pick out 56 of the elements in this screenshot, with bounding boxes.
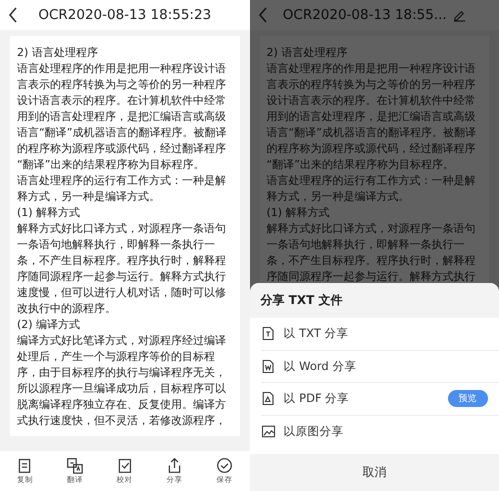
text-line: 的程序称为源程序或源代码，经过翻译程序 [17, 141, 227, 157]
text-line: 处理后，产生一个与源程序等价的目标程 [17, 349, 216, 365]
text-line: 序随同源程序一起参与运行。解释方式执行 [266, 269, 476, 285]
text-line: 言表示的程序转换为与之等价的另一种程序 [266, 77, 476, 93]
text-line: 解释方式好比口译方式，对源程序一条语句 [266, 221, 476, 237]
text-line: 一条语句地解释执行，即解释一条执行一 [266, 237, 466, 253]
sheet-title: 分享 TXT 文件 [260, 292, 342, 309]
check-circle-icon [216, 457, 233, 474]
share-option[interactable]: 以原图分享 [260, 416, 498, 448]
text-line: 编译方式好比笔译方式，对源程序经过编译 [17, 333, 227, 349]
text-line: 释方式，另一种是编译方式。 [266, 189, 410, 205]
text-line: 语言处理程序的运行有工作方式：一种是解 [266, 173, 476, 189]
text-line: 速度慢，但可以进行人机对话，随时可以修 [17, 285, 227, 301]
back-icon[interactable] [8, 6, 18, 24]
text-line: 条，不产生目标程序。程序执行时，解释程 [17, 253, 227, 269]
text-line: 语言“翻译”成机器语言的翻译程序。被翻译 [17, 125, 228, 141]
text-line: 2) 语言处理程序 [266, 45, 348, 61]
text-line: “翻译”出来的结果程序称为目标程序。 [17, 157, 206, 173]
share-option[interactable]: 以 PDF 分享 预览 [260, 383, 498, 416]
text-line: 用到的语言处理程序，是把汇编语言或高级 [17, 109, 227, 125]
checklist-icon [116, 457, 134, 474]
text-line: 解释方式好比口译方式，对源程序一条语句 [17, 221, 227, 237]
share-option[interactable]: 以 Word 分享 [260, 350, 498, 383]
text-line: 式执行速度快，但不灵活，若修改源程序， [17, 413, 227, 429]
text-line: 设计语言表示的程序。在计算机软件中经常 [266, 93, 476, 109]
image-icon [260, 424, 276, 440]
text-line: 语言“翻译”成机器语言的翻译程序。被翻译 [266, 125, 477, 141]
document-title: OCR2020-08-13 18:55:23 [38, 7, 212, 23]
text-line: 改执行中的源程序。 [17, 301, 117, 317]
cancel-button[interactable]: 取消 [250, 454, 499, 491]
text-line: 所以源程序一旦编译成功后，目标程序可以 [17, 381, 227, 397]
text-line: (1) 解释方式 [17, 205, 82, 221]
text-line: 用到的语言处理程序，是把汇编语言或高级 [266, 109, 476, 125]
share-option[interactable]: 以 TXT 分享 [260, 318, 498, 350]
text-line: 脱离编译程序独立存在、反复使用。编译方 [17, 397, 227, 413]
text-line: 序，由于目标程序的执行与编译程序无关， [17, 365, 227, 381]
text-line: 言表示的程序转换为与之等价的另一种程序 [17, 77, 227, 93]
text-line: (2) 编译方式 [17, 317, 82, 333]
text-line: (1) 解释方式 [266, 205, 331, 221]
text-line: 条，不产生目标程序。程序执行时，解释程 [266, 253, 476, 269]
text-line: 序随同源程序一起参与运行。解释方式执行 [17, 269, 227, 285]
text-line: 语言处理程序的作用是把用一种程序设计语 [266, 61, 476, 77]
text-line: 一条语句地解释执行，即解释一条执行一 [17, 237, 216, 253]
text-line: 2) 语言处理程序 [17, 45, 99, 61]
text-line: 设计语言表示的程序。在计算机软件中经常 [17, 93, 227, 109]
word-file-icon [260, 358, 276, 374]
text-line: 语言处理程序的运行有工作方式：一种是解 [17, 173, 227, 189]
translate-icon [66, 457, 84, 474]
text-line: 释方式，另一种是编译方式。 [17, 189, 161, 205]
text-line: 的程序称为源程序或源代码，经过翻译程序 [266, 141, 476, 157]
document-title: OCR2020-08-13 18:55... [282, 7, 447, 23]
pencil-icon[interactable] [452, 8, 466, 22]
text-file-icon [260, 326, 276, 342]
text-line: “翻译”出来的结果程序称为目标程序。 [266, 157, 455, 173]
pdf-file-icon [260, 391, 276, 406]
text-line: 语言处理程序的作用是把用一种程序设计语 [17, 61, 227, 77]
